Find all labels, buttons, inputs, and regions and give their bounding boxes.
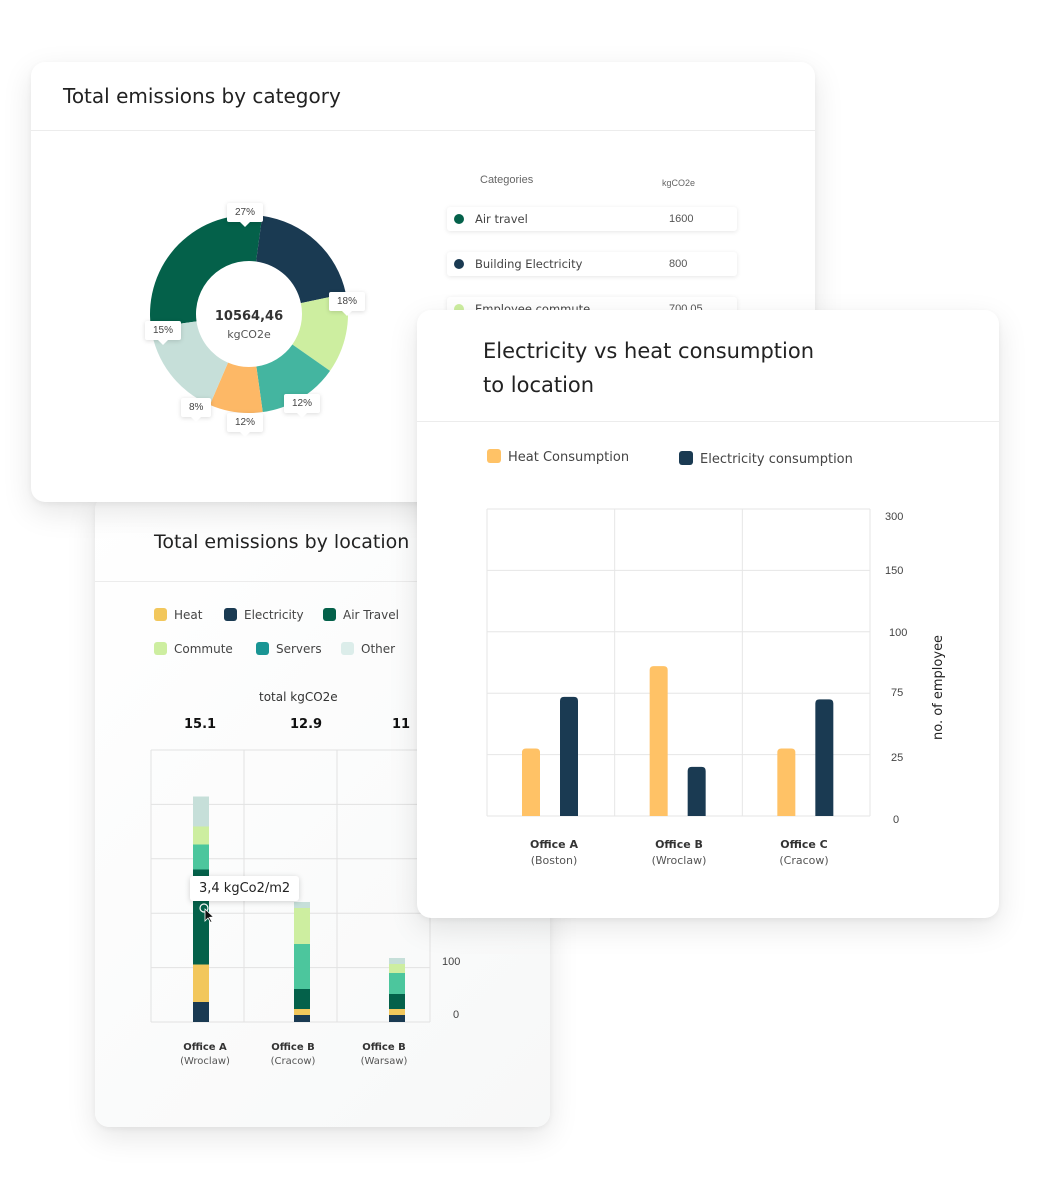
stack-segment-air-travel[interactable]: [389, 994, 405, 1009]
bar-tooltip: 3,4 kgCo2/m2: [190, 876, 300, 901]
donut-slice-building-electricity[interactable]: [256, 215, 346, 304]
stack-segment-servers[interactable]: [193, 844, 209, 870]
y-tick-label: 75: [891, 687, 904, 699]
stack-segment-electricity[interactable]: [193, 1002, 209, 1022]
donut-label-commute: 12%: [284, 394, 321, 418]
y-tick-label: 100: [889, 627, 908, 639]
donut-center-value: 10564,46: [214, 309, 284, 324]
bar-heat-consumption[interactable]: [522, 748, 540, 816]
category-color-dot: [454, 259, 464, 269]
x-label-name: Office A: [530, 838, 578, 851]
stack-segment-commute[interactable]: [389, 964, 405, 973]
x-label: Office B (Warsaw): [344, 1041, 424, 1069]
donut-label-electricity: 18%: [329, 292, 366, 316]
categories-header: Categories: [480, 174, 534, 186]
category-name: Building Electricity: [475, 257, 583, 271]
x-label-name: Office B: [362, 1042, 406, 1053]
stack-segment-heat[interactable]: [389, 1009, 405, 1015]
x-label-name: Office B: [271, 1042, 315, 1053]
bar-electricity-consumption[interactable]: [815, 699, 834, 816]
bar-heat-consumption[interactable]: [649, 666, 668, 816]
bar-electricity-consumption[interactable]: [687, 766, 706, 816]
y-axis-title: no. of employee: [931, 634, 946, 740]
x-label-name: Office A: [183, 1042, 227, 1053]
x-label-name: Office C: [780, 838, 828, 851]
kgco2e-header: kgCO2e: [662, 178, 696, 188]
electricity-vs-heat-card: Electricity vs heat consumption to locat…: [417, 310, 999, 918]
divider: [31, 130, 815, 131]
x-label-location: (Cracow): [779, 854, 829, 867]
category-value: 1600: [669, 213, 694, 225]
stack-segment-commute[interactable]: [193, 826, 209, 845]
x-label-name: Office B: [655, 838, 703, 851]
stack-segment-other[interactable]: [193, 796, 209, 827]
x-label-location: (Warsaw): [360, 1056, 408, 1067]
donut-label-other: 15%: [145, 321, 182, 345]
y-tick-label: 100: [442, 956, 461, 968]
stack-segment-servers[interactable]: [389, 973, 405, 994]
grouped-bar-chart: [486, 508, 871, 817]
category-row[interactable]: Building Electricity 800: [447, 252, 737, 276]
category-color-dot: [454, 214, 464, 224]
y-tick-label: 300: [885, 511, 904, 523]
bar-electricity-consumption[interactable]: [560, 696, 578, 816]
donut-label-air-travel: 27%: [227, 203, 264, 227]
y-tick-label: 0: [893, 814, 900, 826]
donut-center-unit: kgCO2e: [227, 328, 271, 341]
x-label: Office B (Cracow): [253, 1041, 333, 1069]
x-label: Office C (Cracow): [754, 837, 854, 869]
category-value: 800: [669, 258, 688, 270]
stack-segment-servers[interactable]: [294, 944, 310, 989]
card-title: Total emissions by category: [63, 84, 341, 108]
donut-label-heat: 8%: [181, 398, 212, 422]
x-label: Office A (Boston): [504, 837, 604, 869]
bar-heat-consumption[interactable]: [777, 748, 796, 816]
stack-segment-heat[interactable]: [294, 1009, 310, 1015]
stack-segment-electricity[interactable]: [294, 1015, 310, 1022]
x-label-location: (Cracow): [270, 1056, 316, 1067]
y-tick-label: 150: [885, 565, 904, 577]
cursor-pointer-icon: [199, 903, 215, 924]
stack-segment-electricity[interactable]: [389, 1015, 405, 1022]
x-label-location: (Wroclaw): [651, 854, 707, 867]
x-label: Office B (Wroclaw): [629, 837, 729, 869]
y-tick-label: 0: [453, 1009, 460, 1021]
x-label-location: (Wroclaw): [180, 1056, 230, 1067]
category-name: Air travel: [475, 212, 528, 226]
category-row[interactable]: Air travel 1600: [447, 207, 737, 231]
stack-segment-other[interactable]: [389, 958, 405, 964]
stack-segment-commute[interactable]: [294, 908, 310, 944]
donut-label-servers: 12%: [227, 413, 264, 437]
x-label-location: (Boston): [530, 854, 578, 867]
stack-segment-other[interactable]: [294, 902, 310, 908]
y-tick-label: 25: [891, 752, 904, 764]
stack-segment-air-travel[interactable]: [294, 989, 310, 1009]
stack-segment-heat[interactable]: [193, 964, 209, 1003]
x-label: Office A (Wroclaw): [165, 1041, 245, 1069]
